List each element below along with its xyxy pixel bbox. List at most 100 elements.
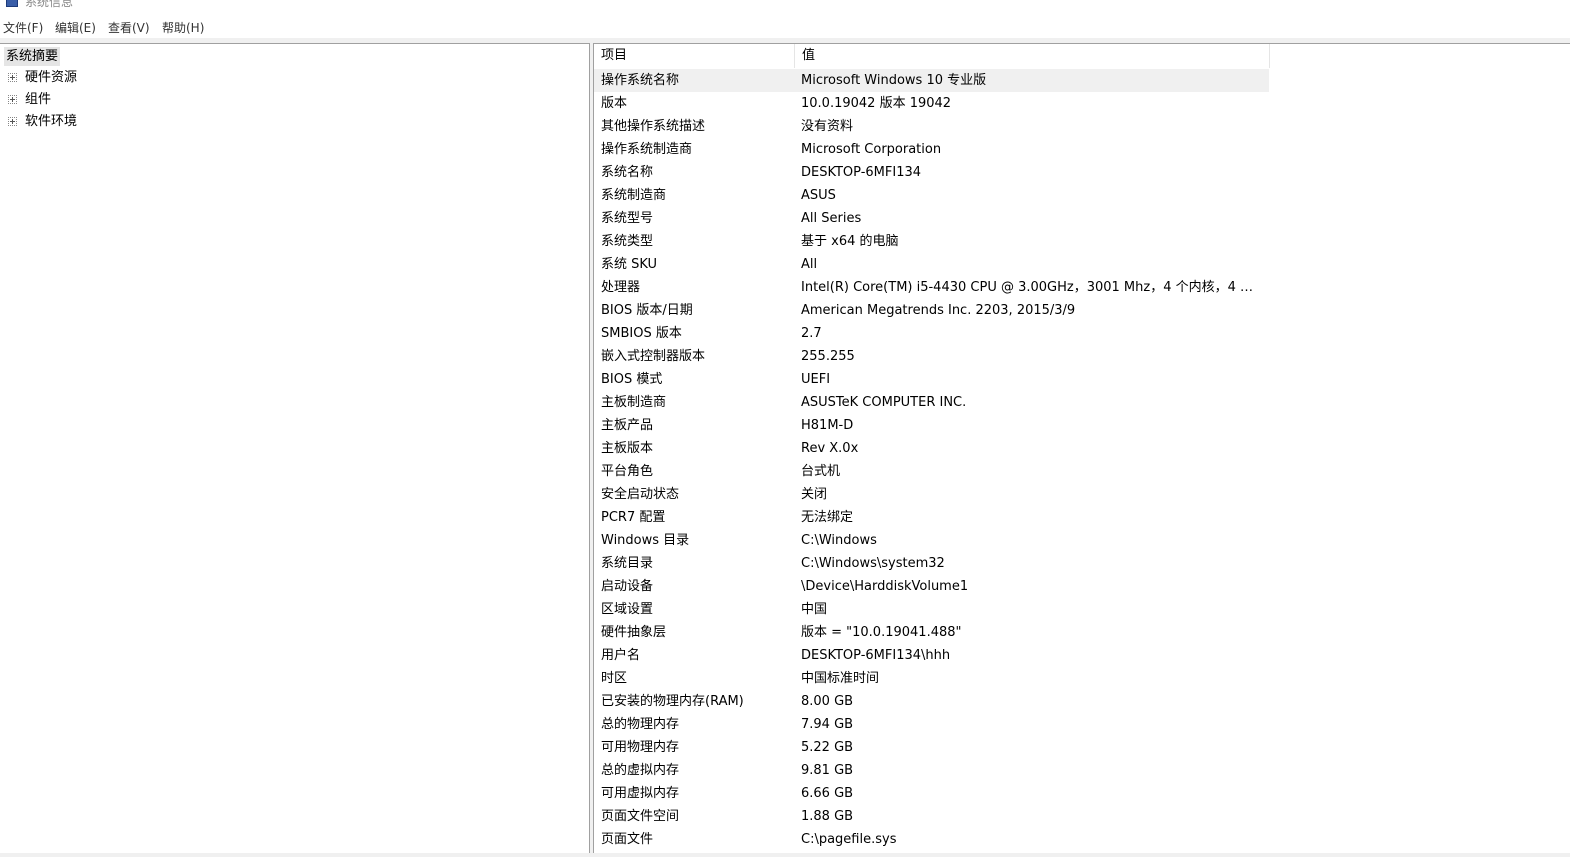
cell-item: 操作系统名称 (601, 73, 680, 88)
category-tree: 系统摘要 硬件资源 组件 软件环境 (0, 43, 590, 853)
table-row[interactable]: 主板制造商 ASUSTeK COMPUTER INC. (594, 391, 1269, 414)
cell-item: 平台角色 (601, 464, 654, 479)
table-row[interactable]: 操作系统名称 Microsoft Windows 10 专业版 (594, 69, 1269, 92)
table-row[interactable]: 总的虚拟内存 9.81 GB (594, 759, 1269, 782)
tree-item-label: 软件环境 (25, 114, 78, 129)
cell-item: 总的物理内存 (601, 717, 680, 732)
menu-edit[interactable]: 编辑(E) (55, 20, 96, 36)
menu-help[interactable]: 帮助(H) (162, 20, 204, 36)
table-row[interactable]: 区域设置 中国 (594, 598, 1269, 621)
table-row[interactable]: 主板产品 H81M-D (594, 414, 1269, 437)
column-header-value[interactable]: 值 (802, 44, 816, 68)
table-row[interactable]: 页面文件 C:\pagefile.sys (594, 828, 1269, 851)
cell-value: DESKTOP-6MFI134 (801, 165, 922, 180)
cell-value: Microsoft Corporation (801, 142, 942, 157)
cell-item: SMBIOS 版本 (601, 326, 682, 341)
cell-item: 系统类型 (601, 234, 654, 249)
cell-item: 已安装的物理内存(RAM) (601, 694, 744, 709)
cell-value: 10.0.19042 版本 19042 (801, 96, 952, 111)
cell-value: 版本 = "10.0.19041.488" (801, 625, 962, 640)
cell-value: ASUSTeK COMPUTER INC. (801, 395, 967, 410)
table-row[interactable]: PCR7 配置 无法绑定 (594, 506, 1269, 529)
cell-value: UEFI (801, 372, 831, 387)
cell-value: All Series (801, 211, 862, 226)
table-row[interactable]: 页面文件空间 1.88 GB (594, 805, 1269, 828)
cell-value: 没有资料 (801, 119, 854, 134)
table-row[interactable]: 系统类型 基于 x64 的电脑 (594, 230, 1269, 253)
cell-value: 无法绑定 (801, 510, 854, 525)
cell-item: 可用虚拟内存 (601, 786, 680, 801)
table-row[interactable]: 用户名 DESKTOP-6MFI134\hhh (594, 644, 1269, 667)
cell-item: BIOS 模式 (601, 372, 663, 387)
table-row[interactable]: 已安装的物理内存(RAM) 8.00 GB (594, 690, 1269, 713)
table-row[interactable]: 处理器 Intel(R) Core(TM) i5-4430 CPU @ 3.00G… (594, 276, 1269, 299)
menu-file[interactable]: 文件(F) (3, 20, 43, 36)
tree-item-system-summary[interactable]: 系统摘要 (4, 47, 61, 66)
cell-value: C:\pagefile.sys (801, 832, 897, 847)
table-row[interactable]: 嵌入式控制器版本 255.255 (594, 345, 1269, 368)
title-bar: 系统信息 (0, 0, 1570, 14)
table-row[interactable]: 系统型号 All Series (594, 207, 1269, 230)
cell-item: 总的虚拟内存 (601, 763, 680, 778)
cell-item: 其他操作系统描述 (601, 119, 706, 134)
table-row[interactable]: 系统名称 DESKTOP-6MFI134 (594, 161, 1269, 184)
details-list: 项目 值 操作系统名称 Microsoft Windows 10 专业版版本 10.… (593, 43, 1570, 853)
cell-value: H81M-D (801, 418, 854, 433)
table-row[interactable]: 可用虚拟内存 6.66 GB (594, 782, 1269, 805)
cell-item: 系统型号 (601, 211, 654, 226)
cell-value: American Megatrends Inc. 2203, 2015/3/9 (801, 303, 1076, 318)
table-row[interactable]: 安全启动状态 关闭 (594, 483, 1269, 506)
cell-value: Microsoft Windows 10 专业版 (801, 73, 987, 88)
table-row[interactable]: SMBIOS 版本 2.7 (594, 322, 1269, 345)
cell-item: 安全启动状态 (601, 487, 680, 502)
expand-plus-icon[interactable] (8, 73, 17, 82)
cell-item: 主板制造商 (601, 395, 667, 410)
table-row[interactable]: BIOS 版本/日期 American Megatrends Inc. 2203,… (594, 299, 1269, 322)
table-row[interactable]: 操作系统制造商 Microsoft Corporation (594, 138, 1269, 161)
tree-item-label: 组件 (25, 92, 52, 107)
cell-item: Windows 目录 (601, 533, 690, 548)
table-row[interactable]: Windows 目录 C:\Windows (594, 529, 1269, 552)
table-row[interactable]: 硬件抽象层 版本 = "10.0.19041.488" (594, 621, 1269, 644)
cell-value: ASUS (801, 188, 836, 203)
cell-value: 9.81 GB (801, 763, 854, 778)
cell-value: 6.66 GB (801, 786, 854, 801)
column-divider[interactable] (1269, 44, 1270, 68)
table-row[interactable]: 时区 中国标准时间 (594, 667, 1269, 690)
cell-item: 系统名称 (601, 165, 654, 180)
cell-item: 嵌入式控制器版本 (601, 349, 706, 364)
cell-item: 启动设备 (601, 579, 654, 594)
window-title: 系统信息 (25, 0, 74, 9)
table-row[interactable]: BIOS 模式 UEFI (594, 368, 1269, 391)
table-row[interactable]: 主板版本 Rev X.0x (594, 437, 1269, 460)
table-row[interactable]: 系统目录 C:\Windows\system32 (594, 552, 1269, 575)
column-header-item[interactable]: 项目 (601, 44, 628, 68)
cell-value: 中国标准时间 (801, 671, 880, 686)
table-row[interactable]: 其他操作系统描述 没有资料 (594, 115, 1269, 138)
table-row[interactable]: 系统 SKU All (594, 253, 1269, 276)
table-row[interactable]: 系统制造商 ASUS (594, 184, 1269, 207)
cell-value: All (801, 257, 818, 272)
table-row[interactable]: 总的物理内存 7.94 GB (594, 713, 1269, 736)
expand-plus-icon[interactable] (8, 117, 17, 126)
cell-value: 基于 x64 的电脑 (801, 234, 899, 249)
menu-bar: 文件(F) 编辑(E) 查看(V) 帮助(H) (0, 14, 1570, 38)
cell-value: 关闭 (801, 487, 828, 502)
tree-item-label: 硬件资源 (25, 70, 78, 85)
cell-value: 8.00 GB (801, 694, 854, 709)
cell-item: 时区 (601, 671, 628, 686)
cell-value: 台式机 (801, 464, 841, 479)
table-row[interactable]: 版本 10.0.19042 版本 19042 (594, 92, 1269, 115)
cell-item: 区域设置 (601, 602, 654, 617)
cell-value: \Device\HarddiskVolume1 (801, 579, 969, 594)
menu-view[interactable]: 查看(V) (108, 20, 150, 36)
column-divider[interactable] (794, 44, 795, 68)
table-row[interactable]: 平台角色 台式机 (594, 460, 1269, 483)
cell-item: 系统目录 (601, 556, 654, 571)
cell-value: C:\Windows (801, 533, 877, 548)
table-row[interactable]: 启动设备 \Device\HarddiskVolume1 (594, 575, 1269, 598)
expand-plus-icon[interactable] (8, 95, 17, 104)
table-row[interactable]: 可用物理内存 5.22 GB (594, 736, 1269, 759)
cell-item: 用户名 (601, 648, 641, 663)
cell-value: 1.88 GB (801, 809, 854, 824)
